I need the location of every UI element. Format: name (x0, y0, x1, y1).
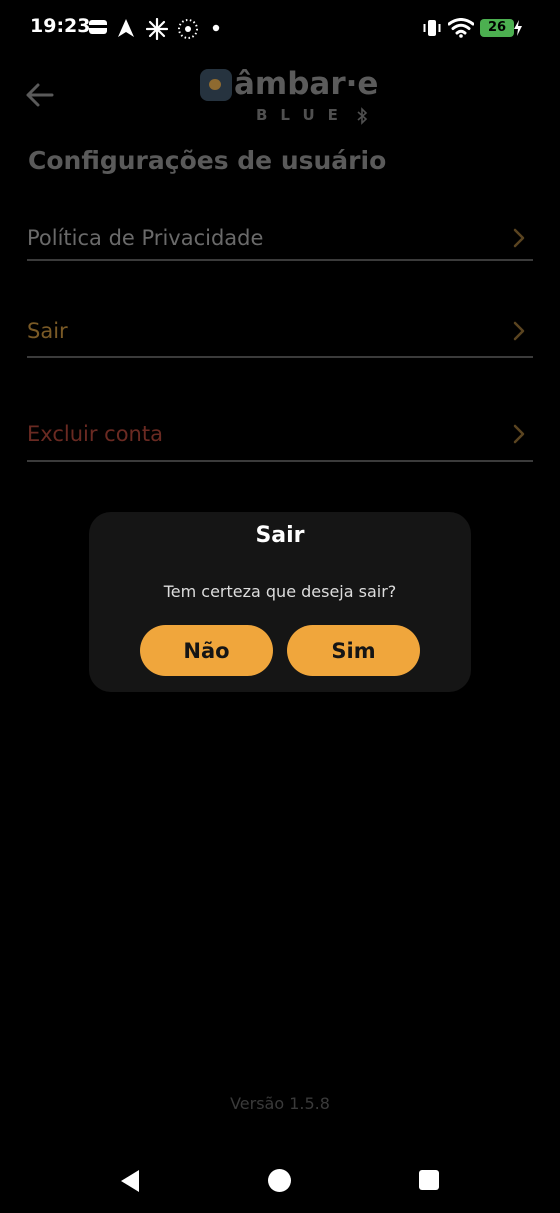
yes-button[interactable]: Sim (287, 625, 420, 676)
menu-item-privacy-policy[interactable]: Política de Privacidade (27, 226, 533, 261)
menu-item-label: Sair (27, 319, 68, 343)
page-title: Configurações de usuário (28, 146, 387, 175)
menu-item-label: Política de Privacidade (27, 226, 264, 250)
menu-item-delete-account[interactable]: Excluir conta (27, 422, 533, 462)
dialog-title: Sair (255, 523, 305, 548)
logo-subtitle: BLUE (256, 106, 351, 124)
menu-item-logout[interactable]: Sair (27, 319, 533, 358)
logo-mark-icon (200, 69, 232, 101)
dialog-message: Tem certeza que deseja sair? (163, 582, 397, 601)
logo-word: âmbar·e (234, 66, 379, 102)
nav-recents-icon[interactable] (419, 1170, 439, 1190)
nav-back-icon[interactable] (119, 1168, 141, 1194)
chevron-right-icon (513, 321, 525, 341)
menu-item-label: Excluir conta (27, 422, 163, 446)
no-button[interactable]: Não (140, 625, 273, 676)
app-logo: âmbar·e BLUE (200, 66, 380, 128)
nav-home-icon[interactable] (268, 1169, 291, 1192)
chevron-right-icon (513, 228, 525, 248)
app-version: Versão 1.5.8 (230, 1094, 330, 1113)
logout-dialog: Sair Tem certeza que deseja sair? Não Si… (89, 512, 471, 692)
bluetooth-icon (357, 107, 368, 125)
back-arrow-icon[interactable] (20, 76, 60, 116)
chevron-right-icon (513, 424, 525, 444)
